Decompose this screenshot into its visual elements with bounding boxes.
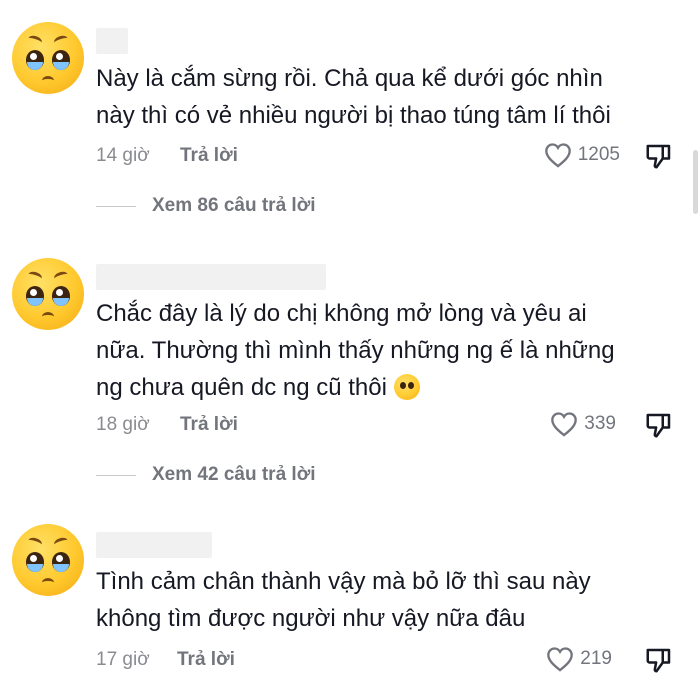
thumbs-down-icon[interactable] (644, 141, 674, 171)
comment-text: Tình cảm chân thành vậy mà bỏ lỡ thì sau… (96, 568, 591, 632)
thumbs-down-icon[interactable] (644, 410, 674, 440)
like-count: 1205 (577, 144, 620, 165)
username-redacted[interactable] (96, 28, 128, 54)
like-count: 339 (584, 413, 616, 434)
reply-button[interactable]: Trả lời (180, 414, 238, 436)
view-replies-button[interactable]: Xem 86 câu trả lời (96, 195, 315, 217)
view-replies-label: Xem 86 câu trả lời (152, 195, 316, 216)
view-replies-button[interactable]: Xem 42 câu trả lời (96, 464, 315, 486)
reply-button[interactable]: Trả lời (180, 145, 238, 167)
comment-time: 18 giờ (96, 414, 150, 435)
comment-text: Này là cắm sừng rồi. Chả qua kể dưới góc… (96, 65, 611, 129)
like-button[interactable]: 339 (550, 411, 616, 437)
avatar[interactable] (12, 22, 84, 94)
avatar[interactable] (12, 524, 84, 596)
pleading-face-emoji-icon (393, 374, 420, 400)
like-count: 219 (580, 648, 612, 669)
comment-time: 14 giờ (96, 145, 150, 166)
username-redacted[interactable] (96, 264, 326, 290)
thumbs-down-icon[interactable] (644, 645, 674, 675)
avatar[interactable] (12, 258, 84, 330)
divider (96, 474, 136, 476)
heart-outline-icon (551, 412, 578, 437)
reply-button[interactable]: Trả lời (177, 649, 235, 671)
username-redacted[interactable] (96, 532, 212, 558)
heart-outline-icon (544, 143, 571, 168)
comment-text: Chắc đây là lý do chị không mở lòng và y… (96, 300, 615, 401)
heart-outline-icon (547, 647, 574, 672)
scrollbar[interactable] (693, 150, 698, 214)
like-button[interactable]: 1205 (544, 142, 620, 168)
divider (96, 205, 136, 207)
view-replies-label: Xem 42 câu trả lời (152, 464, 316, 485)
like-button[interactable]: 219 (546, 646, 612, 672)
comment-time: 17 giờ (96, 649, 150, 670)
